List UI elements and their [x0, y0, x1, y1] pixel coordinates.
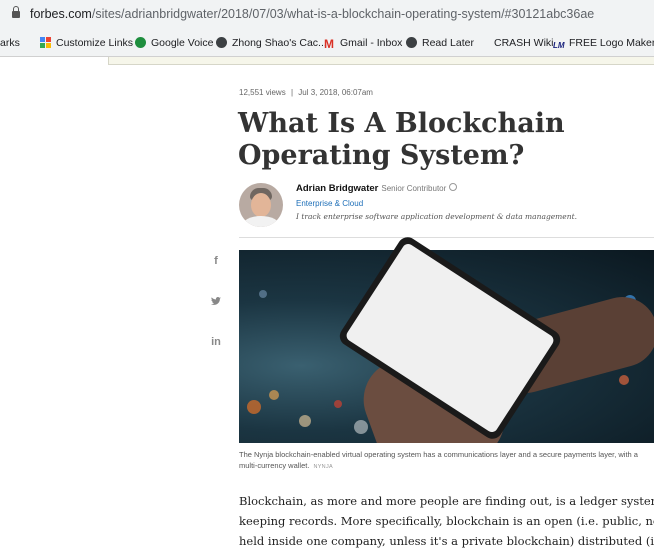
gmail-icon: M: [324, 37, 334, 51]
bookmark-label: FREE Logo Maker...: [569, 37, 654, 49]
url-path: /sites/adrianbridgwater/2018/07/03/what-…: [91, 7, 595, 21]
bookmark-gmail[interactable]: M Gmail - Inbox: [324, 37, 403, 51]
bookmark-label: Gmail - Inbox: [340, 37, 403, 49]
author-byline: Adrian Bridgwater Senior Contributor: [296, 183, 458, 194]
twitter-share-icon[interactable]: [209, 297, 223, 309]
bookmark-label: Google Voice: [151, 37, 214, 49]
bookmark-google-voice[interactable]: Google Voice: [135, 37, 213, 49]
google-voice-icon: [135, 37, 146, 48]
image-credit: NYNJA: [313, 464, 333, 470]
url-domain: forbes.com: [30, 7, 92, 21]
page-header-strip: [108, 57, 654, 65]
grid-icon: [40, 37, 51, 48]
facebook-share-icon[interactable]: f: [209, 255, 223, 267]
author-role: Senior Contributor: [381, 184, 447, 193]
article-body: Blockchain, as more and more people are …: [239, 491, 654, 551]
bookmark-zhong-shao[interactable]: Zhong Shao's Cac...: [216, 37, 327, 49]
bookmark-label: Customize Links: [56, 37, 134, 49]
address-bar[interactable]: forbes.com/sites/adrianbridgwater/2018/0…: [0, 0, 654, 30]
article-title: What Is A Blockchain Operating System?: [238, 108, 565, 171]
logo-maker-icon: LM: [553, 41, 565, 50]
bookmark-logo-maker[interactable]: LM FREE Logo Maker...: [553, 37, 654, 52]
bookmarks-bar: arks Customize Links Google Voice Zhong …: [0, 30, 654, 57]
author-section-link[interactable]: Enterprise & Cloud: [296, 199, 363, 208]
url-text[interactable]: forbes.com/sites/adrianbridgwater/2018/0…: [30, 7, 594, 21]
author-avatar[interactable]: [239, 183, 283, 227]
globe-icon: [216, 37, 227, 48]
bookmark-truncated[interactable]: arks: [0, 37, 20, 49]
body-line: keeping records. More specifically, bloc…: [239, 514, 654, 528]
image-caption: The Nynja blockchain-enabled virtual ope…: [239, 449, 654, 473]
bookmark-label: Zhong Shao's Cac...: [232, 37, 327, 49]
article-meta: 12,551 views | Jul 3, 2018, 06:07am: [239, 88, 373, 97]
caption-text: The Nynja blockchain-enabled virtual ope…: [239, 450, 638, 470]
view-count: 12,551 views: [239, 88, 286, 97]
body-line: Blockchain, as more and more people are …: [239, 494, 654, 508]
author-bio: I track enterprise software application …: [296, 212, 577, 221]
lock-icon: [12, 6, 20, 18]
body-line: held inside one company, unless it's a p…: [239, 534, 654, 548]
bookmark-customize-links[interactable]: Customize Links: [40, 37, 133, 49]
bookmark-crash-wiki[interactable]: CRASH Wiki: [494, 37, 554, 49]
publish-date: Jul 3, 2018, 06:07am: [298, 88, 373, 97]
author-name[interactable]: Adrian Bridgwater: [296, 183, 378, 194]
linkedin-share-icon[interactable]: in: [209, 336, 223, 348]
bookmark-read-later[interactable]: Read Later: [406, 37, 474, 49]
divider: [239, 237, 654, 238]
bookmark-label: Read Later: [422, 37, 474, 49]
meta-separator: |: [290, 88, 294, 97]
info-icon[interactable]: [449, 183, 458, 191]
globe-icon: [406, 37, 417, 48]
